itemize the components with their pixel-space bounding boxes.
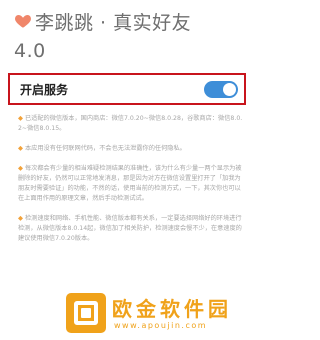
note-item: ◆ 每次都会有少量的相当难疑检测结果的准确性，该为什么有少量一两个显示为被删除的好…	[18, 163, 246, 204]
flame-icon: ◆	[18, 214, 23, 222]
toggle-knob	[223, 82, 236, 96]
watermark: 欧金软件园 www.apoujin.com	[66, 290, 256, 336]
title-line: 李跳跳 · 真实好友	[14, 8, 254, 34]
note-text: 每次都会有少量的相当难疑检测结果的准确性，该为什么有少量一两个显示为被删除的好友…	[18, 165, 242, 202]
app-title: 李跳跳 · 真实好友	[35, 11, 192, 34]
note-item: ◆ 已适配的微信版本，国内商店：微信7.0.20~微信8.0.28，谷歌商店：微信…	[18, 113, 246, 134]
note-item: ◆ 本应用没有任何联网代码，不会也无法泄露你的任何隐私。	[18, 143, 246, 154]
app-version: 4.0	[14, 40, 46, 62]
note-text: 检测速度和网络、手机性能、微信版本都有关系，一定要选择网络好的环境进行检测，从微…	[18, 215, 242, 242]
watermark-text-group: 欧金软件园 www.apoujin.com	[112, 297, 232, 330]
header: 李跳跳 · 真实好友 4.0	[14, 8, 254, 63]
service-toggle-row[interactable]: 开启服务	[8, 73, 246, 105]
watermark-logo-icon	[66, 293, 106, 333]
service-label: 开启服务	[20, 82, 69, 97]
watermark-text: 欧金软件园	[112, 296, 232, 321]
flame-icon: ◆	[18, 164, 23, 172]
notes-list: ◆ 已适配的微信版本，国内商店：微信7.0.20~微信8.0.28，谷歌商店：微信…	[18, 113, 246, 253]
heart-icon	[15, 15, 31, 28]
note-text: 已适配的微信版本，国内商店：微信7.0.20~微信8.0.28，谷歌商店：微信8…	[18, 115, 243, 132]
note-item: ◆ 检测速度和网络、手机性能、微信版本都有关系，一定要选择网络好的环境进行检测，从…	[18, 213, 246, 244]
watermark-url: www.apoujin.com	[114, 320, 208, 330]
flame-icon: ◆	[18, 144, 23, 152]
flame-icon: ◆	[18, 114, 23, 122]
note-text: 本应用没有任何联网代码，不会也无法泄露你的任何隐私。	[25, 145, 186, 152]
service-toggle-switch[interactable]	[204, 80, 238, 98]
